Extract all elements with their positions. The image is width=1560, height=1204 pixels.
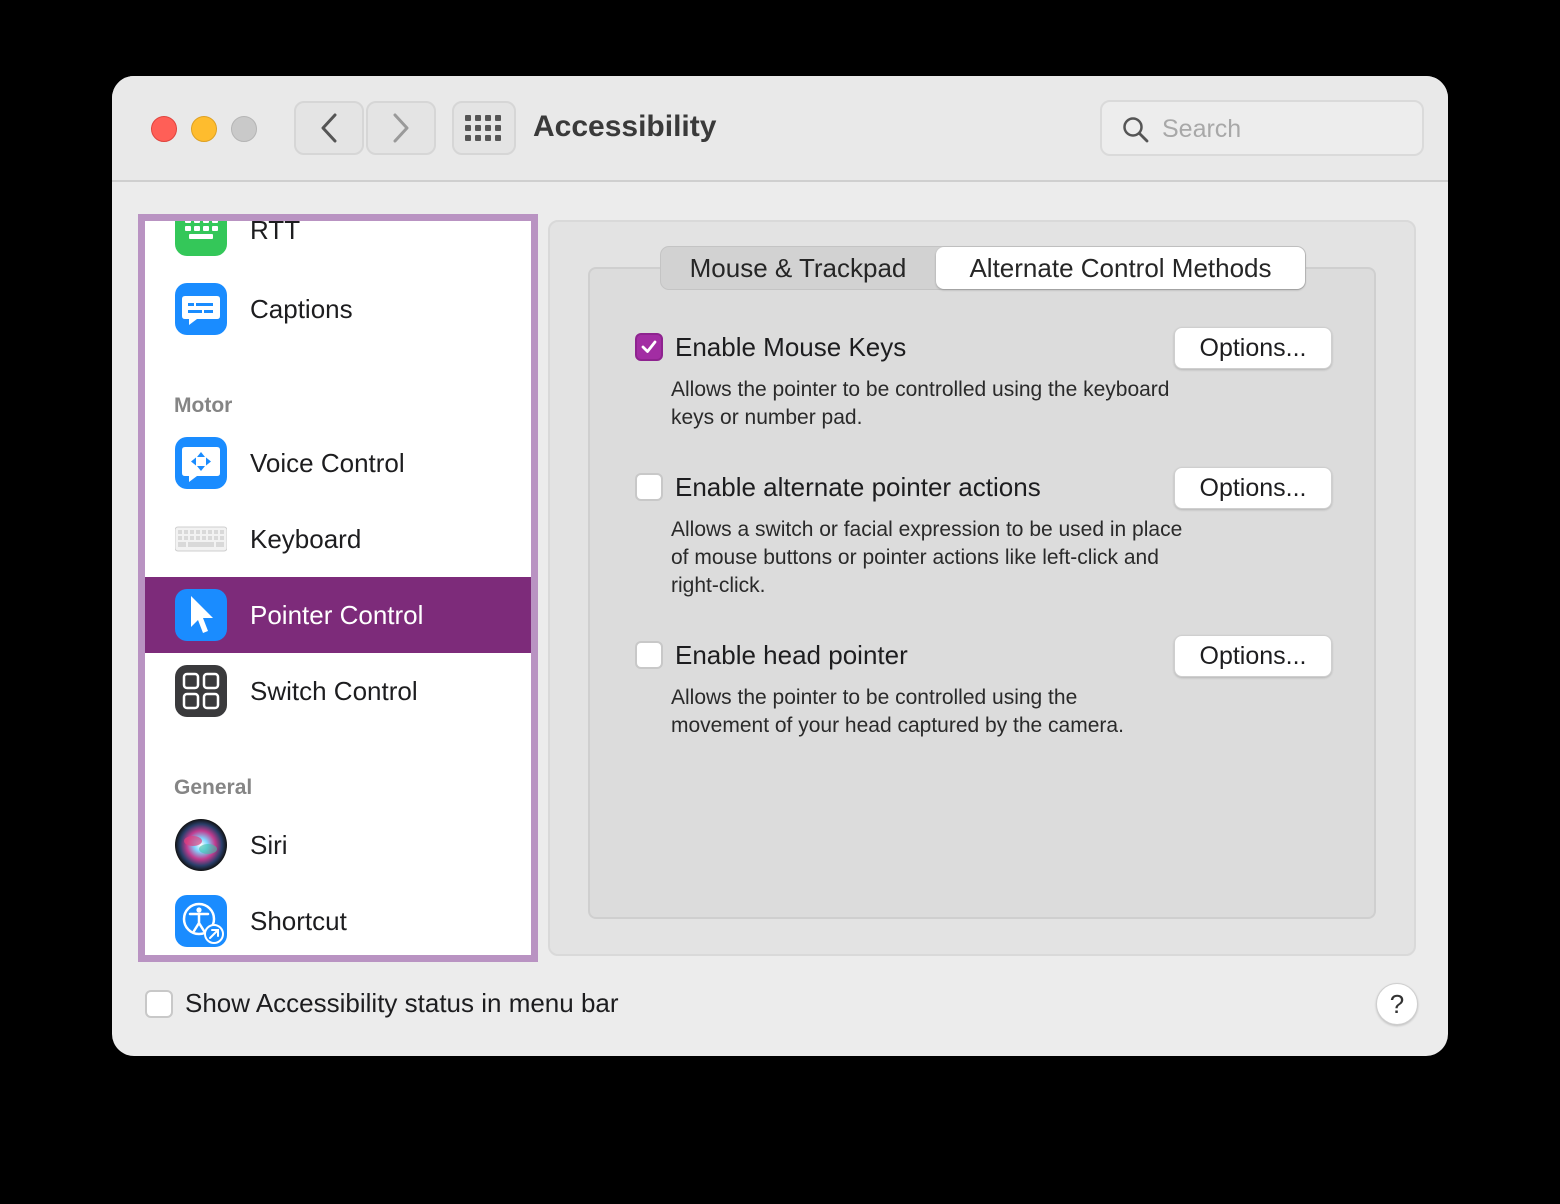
description-line: Allows a switch or facial expression to … — [671, 518, 1183, 541]
mouse-keys-options-button[interactable]: Options... — [1174, 327, 1332, 369]
help-button[interactable]: ? — [1376, 983, 1418, 1025]
sidebar-item-keyboard[interactable]: Keyboard — [145, 501, 531, 577]
content-pane: Enable Mouse Keys Options... Allows the … — [548, 220, 1416, 956]
voice-control-icon — [175, 437, 227, 489]
search-input[interactable] — [1160, 110, 1414, 148]
back-button[interactable] — [294, 101, 364, 155]
sidebar-item-siri[interactable]: Siri — [145, 807, 531, 883]
show-all-button[interactable] — [452, 101, 516, 155]
accessibility-shortcut-icon — [175, 895, 227, 947]
tab-mouse-trackpad[interactable]: Mouse & Trackpad — [661, 247, 935, 289]
siri-icon — [175, 819, 227, 871]
option-title[interactable]: Enable head pointer — [675, 639, 908, 671]
sidebar-item-shortcut[interactable]: Shortcut — [145, 883, 531, 955]
mouse-keys-checkbox[interactable] — [635, 333, 663, 361]
grid-icon — [465, 115, 501, 141]
keyboard-icon — [175, 526, 227, 552]
alternate-pointer-actions-checkbox[interactable] — [635, 473, 663, 501]
sidebar-list[interactable]: RTT Captions Motor Voice Control Keyboar… — [138, 214, 538, 962]
search-field[interactable] — [1100, 100, 1424, 156]
option-description: Allows the pointer to be controlled usin… — [671, 376, 1271, 432]
preferences-window: Accessibility RTT — [112, 76, 1448, 1056]
window-title: Accessibility — [533, 110, 717, 143]
description-line: Allows the pointer to be controlled usin… — [671, 686, 1078, 709]
sidebar-item-label: Captions — [250, 294, 353, 324]
sidebar-item-pointer-control[interactable]: Pointer Control — [145, 577, 531, 653]
sidebar-item-label: Keyboard — [250, 524, 362, 554]
show-status-label[interactable]: Show Accessibility status in menu bar — [185, 986, 619, 1020]
forward-button[interactable] — [366, 101, 436, 155]
show-status-checkbox[interactable] — [145, 990, 173, 1018]
options-box: Enable Mouse Keys Options... Allows the … — [588, 267, 1376, 919]
close-window-button[interactable] — [151, 116, 177, 142]
search-icon — [1123, 117, 1149, 143]
switch-control-icon — [175, 665, 227, 717]
sidebar-item-rtt[interactable]: RTT — [145, 215, 531, 268]
captions-icon — [175, 283, 227, 335]
sidebar-item-label: Siri — [250, 830, 288, 860]
description-line: Allows the pointer to be controlled usin… — [671, 378, 1170, 401]
sidebar-item-voice-control[interactable]: Voice Control — [145, 425, 531, 501]
sidebar-item-captions[interactable]: Captions — [145, 271, 531, 347]
head-pointer-options-button[interactable]: Options... — [1174, 635, 1332, 677]
sidebar-item-switch-control[interactable]: Switch Control — [145, 653, 531, 729]
chevron-right-icon — [393, 113, 409, 143]
section-label-motor: Motor — [174, 394, 233, 417]
head-pointer-checkbox[interactable] — [635, 641, 663, 669]
zoom-window-button[interactable] — [231, 116, 257, 142]
tab-alternate-control-methods[interactable]: Alternate Control Methods — [936, 247, 1305, 289]
chevron-left-icon — [321, 113, 337, 143]
option-title[interactable]: Enable alternate pointer actions — [675, 471, 1041, 503]
pointer-icon — [175, 589, 227, 641]
tab-bar: Mouse & Trackpad Alternate Control Metho… — [660, 246, 1306, 290]
rtt-keyboard-icon — [175, 221, 227, 256]
description-line: of mouse buttons or pointer actions like… — [671, 546, 1159, 569]
option-description: Allows the pointer to be controlled usin… — [671, 684, 1271, 740]
section-label-general: General — [174, 776, 253, 799]
sidebar-item-label: Switch Control — [250, 676, 418, 706]
description-line: keys or number pad. — [671, 406, 863, 429]
option-title[interactable]: Enable Mouse Keys — [675, 331, 906, 363]
title-bar: Accessibility — [112, 76, 1448, 182]
minimize-window-button[interactable] — [191, 116, 217, 142]
option-description: Allows a switch or facial expression to … — [671, 516, 1271, 600]
sidebar-item-label: RTT — [250, 215, 301, 245]
sidebar-item-label: Pointer Control — [250, 600, 424, 630]
alternate-pointer-options-button[interactable]: Options... — [1174, 467, 1332, 509]
sidebar-item-label: Voice Control — [250, 448, 405, 478]
sidebar-item-label: Shortcut — [250, 906, 347, 936]
description-line: right-click. — [671, 574, 766, 597]
description-line: movement of your head captured by the ca… — [671, 714, 1124, 737]
checkmark-icon — [641, 340, 657, 353]
